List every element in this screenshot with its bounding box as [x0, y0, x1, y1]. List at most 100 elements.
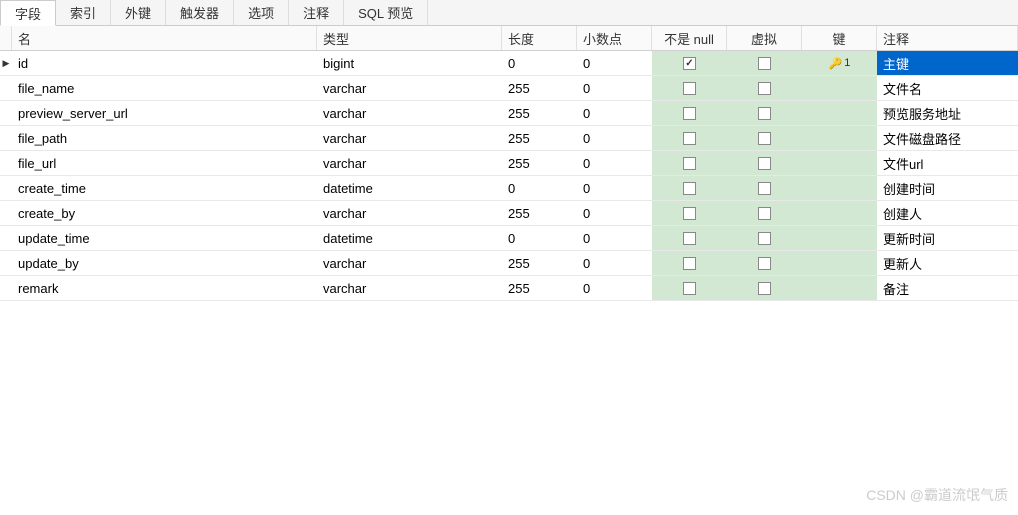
notnull-checkbox[interactable] [683, 57, 696, 70]
table-row[interactable]: update_byvarchar2550 更新人 [0, 251, 1018, 276]
field-type[interactable]: datetime [317, 176, 502, 200]
field-decimal[interactable]: 0 [577, 151, 652, 175]
field-decimal[interactable]: 0 [577, 251, 652, 275]
field-key-cell[interactable] [802, 226, 877, 250]
field-type[interactable]: bigint [317, 51, 502, 75]
field-type[interactable]: varchar [317, 276, 502, 300]
table-row[interactable]: file_urlvarchar2550 文件url [0, 151, 1018, 176]
field-length[interactable]: 0 [502, 51, 577, 75]
table-row[interactable]: remarkvarchar2550 备注 [0, 276, 1018, 301]
virtual-checkbox[interactable] [758, 107, 771, 120]
field-length[interactable]: 255 [502, 201, 577, 225]
field-name[interactable]: id [12, 51, 317, 75]
field-decimal[interactable]: 0 [577, 126, 652, 150]
field-name[interactable]: file_path [12, 126, 317, 150]
field-name[interactable]: file_url [12, 151, 317, 175]
virtual-checkbox[interactable] [758, 82, 771, 95]
table-row[interactable]: file_namevarchar2550 文件名 [0, 76, 1018, 101]
col-name[interactable]: 名 [12, 26, 317, 50]
tab-2[interactable]: 外键 [111, 0, 166, 25]
col-comment[interactable]: 注释 [877, 26, 1018, 50]
field-key-cell[interactable] [802, 176, 877, 200]
field-length[interactable]: 0 [502, 226, 577, 250]
col-notnull[interactable]: 不是 null [652, 26, 727, 50]
tab-3[interactable]: 触发器 [166, 0, 234, 25]
field-comment[interactable]: 主键 [877, 51, 1018, 75]
table-row[interactable]: preview_server_urlvarchar2550预览服务地址 [0, 101, 1018, 126]
table-row[interactable]: idbigint00🔑1主键 [0, 51, 1018, 76]
field-comment[interactable]: 预览服务地址 [877, 101, 1018, 125]
field-key-cell[interactable] [802, 251, 877, 275]
table-row[interactable]: file_pathvarchar2550 文件磁盘路径 [0, 126, 1018, 151]
col-virtual[interactable]: 虚拟 [727, 26, 802, 50]
field-length[interactable]: 255 [502, 76, 577, 100]
field-name[interactable]: update_by [12, 251, 317, 275]
table-row[interactable]: create_timedatetime00创建时间 [0, 176, 1018, 201]
field-name[interactable]: update_time [12, 226, 317, 250]
field-key-cell[interactable] [802, 76, 877, 100]
field-type[interactable]: varchar [317, 126, 502, 150]
field-comment[interactable]: 创建人 [877, 201, 1018, 225]
field-decimal[interactable]: 0 [577, 201, 652, 225]
field-length[interactable]: 255 [502, 151, 577, 175]
col-decimal[interactable]: 小数点 [577, 26, 652, 50]
field-name[interactable]: remark [12, 276, 317, 300]
field-key-cell[interactable]: 🔑1 [802, 51, 877, 75]
field-length[interactable]: 255 [502, 126, 577, 150]
field-comment[interactable]: 文件url [877, 151, 1018, 175]
notnull-checkbox[interactable] [683, 182, 696, 195]
field-comment[interactable]: 更新人 [877, 251, 1018, 275]
field-key-cell[interactable] [802, 201, 877, 225]
field-length[interactable]: 0 [502, 176, 577, 200]
field-type[interactable]: varchar [317, 201, 502, 225]
field-decimal[interactable]: 0 [577, 76, 652, 100]
field-decimal[interactable]: 0 [577, 226, 652, 250]
col-length[interactable]: 长度 [502, 26, 577, 50]
field-type[interactable]: datetime [317, 226, 502, 250]
field-type[interactable]: varchar [317, 251, 502, 275]
tab-5[interactable]: 注释 [289, 0, 344, 25]
virtual-checkbox[interactable] [758, 282, 771, 295]
virtual-checkbox[interactable] [758, 207, 771, 220]
notnull-checkbox[interactable] [683, 132, 696, 145]
virtual-checkbox[interactable] [758, 257, 771, 270]
field-comment[interactable]: 文件磁盘路径 [877, 126, 1018, 150]
col-key[interactable]: 键 [802, 26, 877, 50]
notnull-checkbox[interactable] [683, 107, 696, 120]
virtual-checkbox[interactable] [758, 132, 771, 145]
tab-0[interactable]: 字段 [0, 0, 56, 26]
field-name[interactable]: file_name [12, 76, 317, 100]
table-row[interactable]: update_timedatetime00更新时间 [0, 226, 1018, 251]
notnull-checkbox[interactable] [683, 82, 696, 95]
field-name[interactable]: create_time [12, 176, 317, 200]
field-key-cell[interactable] [802, 126, 877, 150]
field-decimal[interactable]: 0 [577, 51, 652, 75]
notnull-checkbox[interactable] [683, 257, 696, 270]
field-comment[interactable]: 文件名 [877, 76, 1018, 100]
field-key-cell[interactable] [802, 151, 877, 175]
field-name[interactable]: create_by [12, 201, 317, 225]
table-row[interactable]: create_byvarchar2550 创建人 [0, 201, 1018, 226]
field-comment[interactable]: 备注 [877, 276, 1018, 300]
field-key-cell[interactable] [802, 276, 877, 300]
virtual-checkbox[interactable] [758, 57, 771, 70]
field-decimal[interactable]: 0 [577, 176, 652, 200]
tab-1[interactable]: 索引 [56, 0, 111, 25]
field-comment[interactable]: 更新时间 [877, 226, 1018, 250]
virtual-checkbox[interactable] [758, 182, 771, 195]
field-length[interactable]: 255 [502, 251, 577, 275]
field-length[interactable]: 255 [502, 276, 577, 300]
field-type[interactable]: varchar [317, 76, 502, 100]
virtual-checkbox[interactable] [758, 157, 771, 170]
col-type[interactable]: 类型 [317, 26, 502, 50]
field-type[interactable]: varchar [317, 151, 502, 175]
field-decimal[interactable]: 0 [577, 101, 652, 125]
tab-4[interactable]: 选项 [234, 0, 289, 25]
field-length[interactable]: 255 [502, 101, 577, 125]
virtual-checkbox[interactable] [758, 232, 771, 245]
field-comment[interactable]: 创建时间 [877, 176, 1018, 200]
notnull-checkbox[interactable] [683, 157, 696, 170]
field-name[interactable]: preview_server_url [12, 101, 317, 125]
notnull-checkbox[interactable] [683, 207, 696, 220]
field-decimal[interactable]: 0 [577, 276, 652, 300]
